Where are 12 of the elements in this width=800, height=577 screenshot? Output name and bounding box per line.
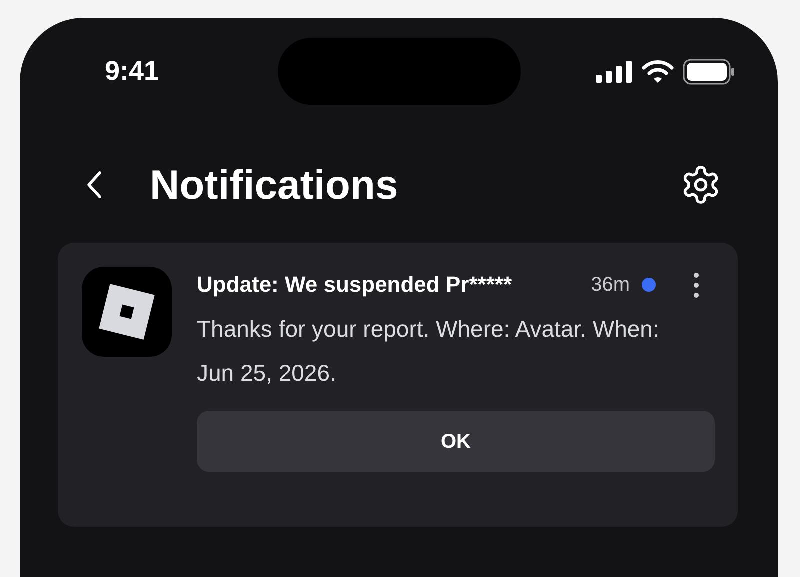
- status-time: 9:41: [105, 56, 160, 86]
- page-title: Notifications: [150, 164, 398, 206]
- notification-time: 36m: [591, 273, 630, 298]
- ok-button[interactable]: OK: [197, 411, 715, 472]
- battery-icon: [683, 58, 735, 84]
- wifi-icon: [642, 60, 674, 84]
- back-icon[interactable]: [86, 170, 104, 200]
- notification-title: Update: We suspended Pr*****: [197, 271, 514, 299]
- app-logo-icon: [82, 267, 172, 357]
- more-options-icon[interactable]: [694, 272, 699, 298]
- signal-icon: [596, 60, 633, 84]
- notification-body: Thanks for your report. Where: Avatar. When: Jun 25, 2026.: [197, 315, 660, 388]
